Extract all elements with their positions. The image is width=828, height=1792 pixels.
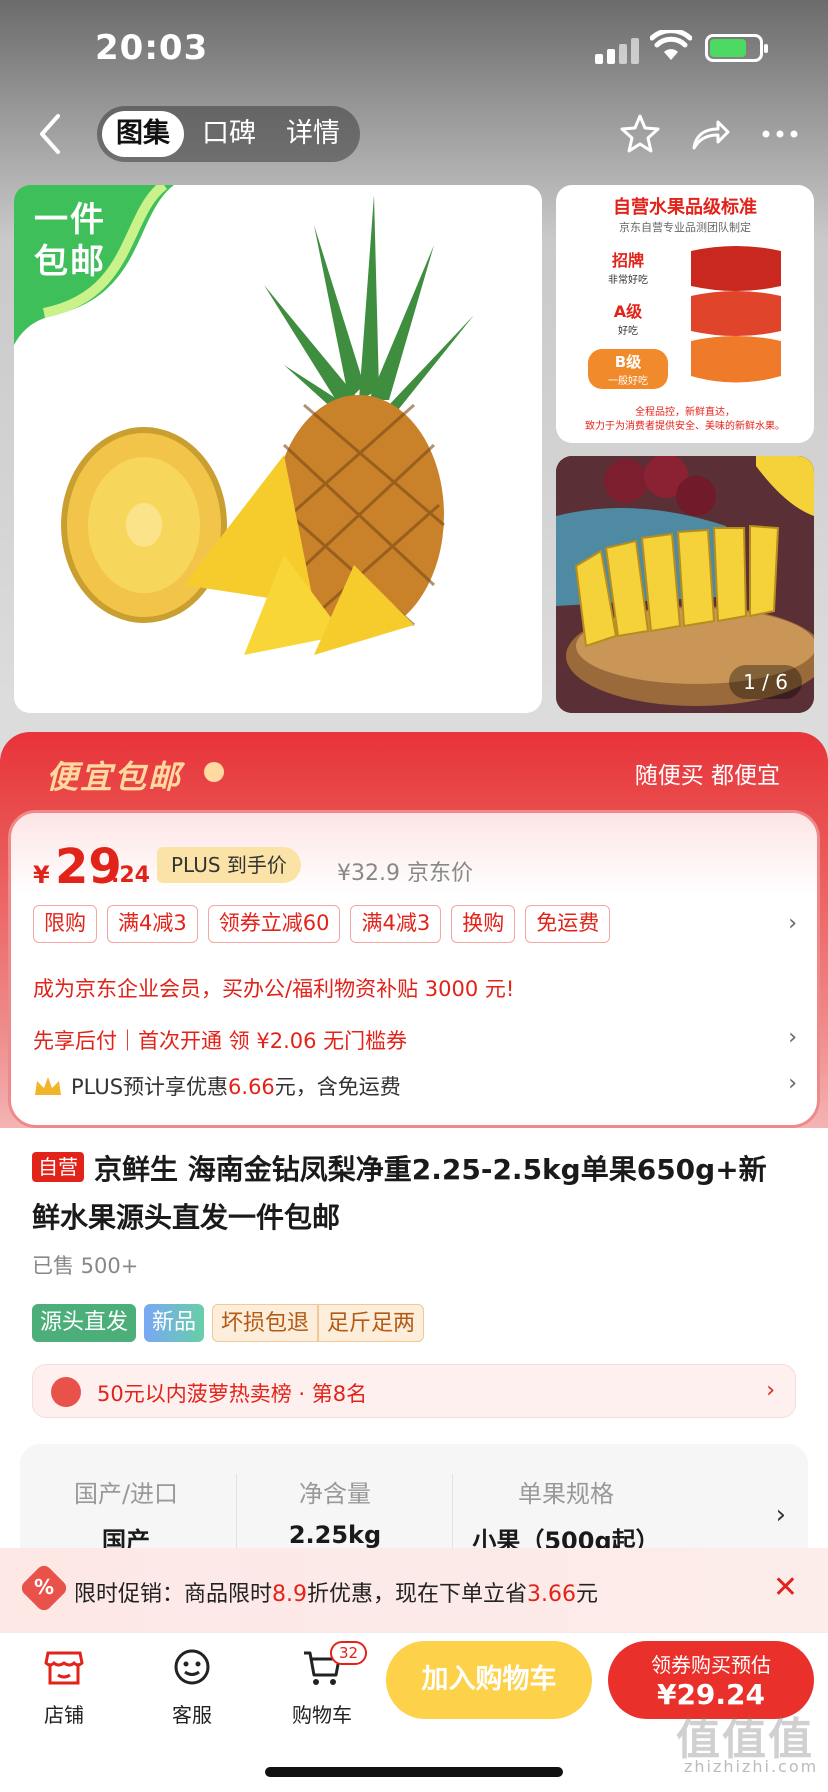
crown-icon [35,1077,61,1095]
chevron-right-icon: › [766,1378,775,1403]
grade-card-footer-1: 全程品控，新鲜直达， [635,407,735,418]
promo-tag[interactable]: 满4减3 [350,905,442,943]
grade-premium-desc: 非常好吃 [608,275,648,286]
media-tabs: 图集 口碑 详情 [97,106,360,162]
spec-size: 单果规格 小果（500g起） [472,1480,660,1555]
promo-tag[interactable]: 领券立减60 [207,905,341,943]
flash-sale-strip[interactable]: % 限时促销：商品限时8.9折优惠，现在下单立省3.66元 ✕ [0,1548,828,1632]
flash-sale-text: 限时促销：商品限时8.9折优惠，现在下单立省3.66元 [74,1582,599,1607]
price-card: ¥ 29 .24 PLUS 到手价 ¥32.9 京东价 限购 满4减3 领券立减… [8,810,820,1128]
home-indicator[interactable] [265,1767,563,1777]
chip-new[interactable]: 新品 [144,1304,205,1342]
service-chips: 源头直发 新品 坏损包退 足斤足两 [32,1304,425,1342]
grade-standard-card[interactable]: 自营水果品级标准 京东自营专业品测团队制定 招牌 非常好吃 A级 好吃 B级 一… [556,185,814,443]
chevron-right-icon[interactable]: › [788,1025,797,1050]
plus-saving-line[interactable]: PLUS预计享优惠6.66元，含免运费 [71,1071,401,1101]
free-shipping-label: 一件包邮 [34,200,106,282]
ranking-bar[interactable]: 50元以内菠萝热卖榜 · 第8名 › [32,1364,796,1418]
promo-tag[interactable]: 限购 [33,905,97,943]
chevron-right-icon[interactable]: › [788,911,797,936]
grade-card-title: 自营水果品级标准 [613,197,757,218]
status-time: 20:03 [95,28,209,68]
price-currency: ¥ [33,861,50,889]
add-to-cart-button[interactable]: 加入购物车 [386,1641,592,1719]
grade-card-subtitle: 京东自营专业品测团队制定 [619,221,751,234]
main-product-image[interactable]: 一件包邮 [14,185,542,713]
signal-icon [595,38,641,64]
promo-tag[interactable]: 换购 [451,905,516,943]
product-title: 京鲜生 海南金钻凤梨净重2.25-2.5kg单果650g+新鲜水果源头直发一件包… [32,1153,767,1234]
promo-tag[interactable]: 满4减3 [107,905,198,943]
tab-gallery[interactable]: 图集 [102,111,184,157]
grade-a-desc: 好吃 [618,326,638,337]
grade-b-desc: 一般好吃 [608,376,648,387]
ranking-text: 50元以内菠萝热卖榜 · 第8名 [97,1382,368,1406]
self-operated-badge: 自营 [32,1152,84,1182]
price-decimal: .24 [111,863,150,888]
chevron-right-icon[interactable]: › [788,1071,797,1096]
grade-card-footer-2: 致力于为消费者提供安全、美味的新鲜水果。 [585,421,785,432]
promo-arrow-icon[interactable] [204,762,224,782]
store-icon [44,1651,84,1685]
image-counter: 1 / 6 [729,665,802,699]
bottom-action-bar: 店铺 客服 32 购物车 加入购物车 领券购买预估 ¥29.24 值值值 zhi… [0,1632,828,1792]
chat-face-icon [174,1649,210,1685]
customer-service-button[interactable]: 客服 [142,1647,242,1728]
ranking-medal-icon [51,1377,81,1407]
grade-premium-name: 招牌 [611,251,644,270]
spec-net-weight: 净含量 2.25kg [288,1480,382,1549]
chevron-right-icon[interactable]: › [776,1500,786,1530]
wifi-icon [650,30,692,60]
status-bar: 20:03 [0,0,828,100]
grade-b-name: B级 [614,353,642,371]
apple-grade-icon [691,246,781,383]
chip-direct[interactable]: 源头直发 [32,1304,137,1342]
pay-later-line[interactable]: 先享后付｜首次开通 领 ¥2.06 无门槛券 [33,1025,407,1055]
enterprise-member-line[interactable]: 成为京东企业会员，买办公/福利物资补贴 3000 元! [33,973,514,1003]
cart-count-badge: 32 [330,1641,368,1665]
battery-icon [705,34,768,62]
watermark-url: zhizhizhi.com [684,1757,819,1776]
chip-damage-refund[interactable]: 坏损包退 [212,1304,319,1342]
share-icon[interactable] [688,112,732,156]
cart-button[interactable]: 32 购物车 [272,1641,372,1728]
close-icon[interactable]: ✕ [773,1570,798,1605]
pineapple-slices-photo[interactable]: 1 / 6 [556,456,814,713]
promo-slogan: 随便买 都便宜 [634,763,780,789]
promo-title[interactable]: 便宜包邮 [46,752,182,798]
sold-count: 已售 500+ [32,1254,139,1278]
promo-tag[interactable]: 免运费 [525,905,611,943]
back-icon[interactable] [30,110,70,158]
more-icon[interactable] [758,112,802,156]
chip-full-weight[interactable]: 足斤足两 [318,1304,425,1342]
grade-a-name: A级 [613,302,643,321]
tab-reviews[interactable]: 口碑 [189,111,269,157]
jd-price: ¥32.9 京东价 [337,861,473,886]
promo-tags[interactable]: 限购 满4减3 领券立减60 满4减3 换购 免运费 [33,905,611,943]
plus-price-tag: PLUS 到手价 [157,847,301,883]
store-button[interactable]: 店铺 [14,1647,114,1728]
favorite-star-icon[interactable] [618,112,662,156]
spec-origin: 国产/进口 国产 [73,1480,179,1555]
tab-details[interactable]: 详情 [273,111,353,157]
